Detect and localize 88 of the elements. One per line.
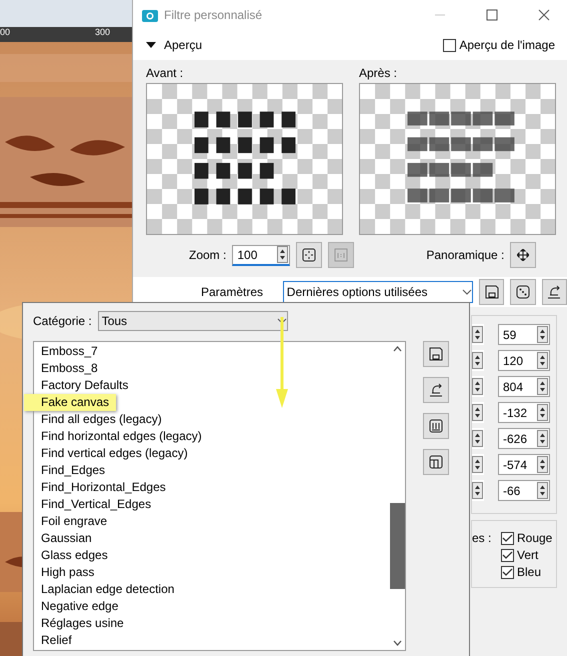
- parameters-label: Paramètres: [201, 285, 264, 299]
- undo-icon: [546, 285, 562, 299]
- spinner-icon[interactable]: [537, 378, 548, 395]
- fit-button[interactable]: [296, 242, 322, 268]
- checkbox[interactable]: [500, 566, 514, 578]
- ruler-label: 300: [94, 27, 110, 37]
- camera-icon: [142, 8, 158, 22]
- value-field[interactable]: 120: [498, 350, 550, 371]
- category-dropdown[interactable]: Tous: [98, 311, 288, 331]
- list-item[interactable]: Réglages usine: [24, 615, 131, 632]
- list-item[interactable]: Find_Edges: [24, 462, 112, 479]
- fit-icon: [302, 248, 316, 262]
- reset-preset-button[interactable]: [423, 377, 449, 403]
- spinner-icon[interactable]: [472, 352, 483, 369]
- move-icon: [517, 249, 530, 261]
- list-item[interactable]: Find vertical edges (legacy): [24, 445, 195, 462]
- checkbox-label: Bleu: [516, 565, 542, 579]
- list-item[interactable]: Find_Horizontal_Edges: [24, 479, 173, 496]
- caret-icon: [462, 289, 472, 295]
- undo-icon: [428, 383, 444, 397]
- list-item[interactable]: Foil engrave: [24, 513, 114, 530]
- dice-icon: [516, 285, 530, 299]
- spinner-icon[interactable]: [537, 456, 548, 473]
- save-button[interactable]: [479, 279, 504, 305]
- list-item[interactable]: Negative edge: [24, 598, 126, 615]
- list-item[interactable]: Laplacian edge detection: [24, 581, 182, 598]
- list-item[interactable]: Find horizontal edges (legacy): [24, 428, 209, 445]
- spinner-icon[interactable]: [472, 430, 483, 447]
- list-item[interactable]: Relief: [24, 632, 79, 649]
- spinner-icon[interactable]: [537, 326, 548, 343]
- triangle-icon[interactable]: [146, 41, 156, 49]
- preview-label: Avant :: [146, 66, 184, 80]
- checkbox[interactable]: [443, 38, 456, 52]
- list-item[interactable]: Find all edges (legacy): [24, 411, 169, 428]
- manage-button[interactable]: [423, 413, 449, 439]
- spinner-icon[interactable]: [537, 482, 548, 499]
- checkbox-label: Rouge: [516, 531, 552, 545]
- spinner-icon[interactable]: [277, 246, 288, 263]
- window-icon: [429, 455, 443, 469]
- spinner-icon[interactable]: [472, 456, 483, 473]
- scrollbar-thumb[interactable]: [390, 503, 405, 589]
- save-icon: [429, 347, 443, 361]
- panel-icon: [429, 419, 443, 433]
- pan-label: Panoramique :: [426, 248, 504, 262]
- scroll-down-icon[interactable]: [393, 640, 402, 646]
- list-item[interactable]: High pass: [24, 564, 102, 581]
- list-item[interactable]: Gaussian: [24, 530, 99, 547]
- scroll-up-icon[interactable]: [393, 346, 402, 352]
- value-field[interactable]: -132: [498, 402, 550, 423]
- list-item[interactable]: Emboss_7: [24, 343, 105, 360]
- spinner-icon[interactable]: [472, 404, 483, 421]
- save-icon: [484, 285, 499, 299]
- presets-dropdown[interactable]: Dernières options utilisées: [282, 281, 474, 303]
- value-field[interactable]: -626: [498, 428, 550, 449]
- section-title[interactable]: Aperçu: [164, 38, 202, 52]
- caret-icon: [276, 318, 287, 324]
- spinner-icon[interactable]: [472, 326, 483, 343]
- pan-button[interactable]: [510, 242, 536, 268]
- spinner-icon[interactable]: [472, 378, 483, 395]
- value-field[interactable]: -66: [498, 480, 550, 501]
- spinner-icon[interactable]: [537, 352, 548, 369]
- value-field[interactable]: -574: [498, 454, 550, 475]
- spinner-icon[interactable]: [537, 404, 548, 421]
- randomize-button[interactable]: [510, 279, 536, 305]
- list-item[interactable]: Find_Vertical_Edges: [24, 496, 158, 513]
- spinner-icon[interactable]: [472, 482, 483, 499]
- channels-label: es :: [472, 531, 492, 545]
- list-item[interactable]: Glass edges: [24, 547, 115, 564]
- reset-button[interactable]: [542, 279, 567, 305]
- ruler-label: 00: [0, 27, 10, 37]
- value-field[interactable]: 59: [498, 324, 550, 345]
- checkbox[interactable]: [500, 532, 514, 544]
- checkbox-label: Vert: [516, 548, 538, 562]
- checkbox-label: Aperçu de l'image: [459, 38, 555, 52]
- zoom-label: Zoom :: [189, 248, 226, 262]
- one-to-one-icon: [334, 248, 348, 262]
- list-item[interactable]: Emboss_8: [24, 360, 105, 377]
- export-button[interactable]: [423, 449, 449, 475]
- window-title: Filtre personnalisé: [164, 8, 264, 22]
- spinner-icon[interactable]: [537, 430, 548, 447]
- preview-label: Après :: [359, 66, 398, 80]
- list-item[interactable]: Fake canvas: [24, 394, 116, 411]
- save-preset-button[interactable]: [423, 341, 449, 367]
- category-label: Catégorie :: [33, 314, 92, 328]
- zoom-field[interactable]: 100: [232, 244, 290, 266]
- checkbox[interactable]: [500, 548, 514, 562]
- list-item[interactable]: Factory Defaults: [24, 377, 136, 394]
- value-field[interactable]: 804: [498, 376, 550, 397]
